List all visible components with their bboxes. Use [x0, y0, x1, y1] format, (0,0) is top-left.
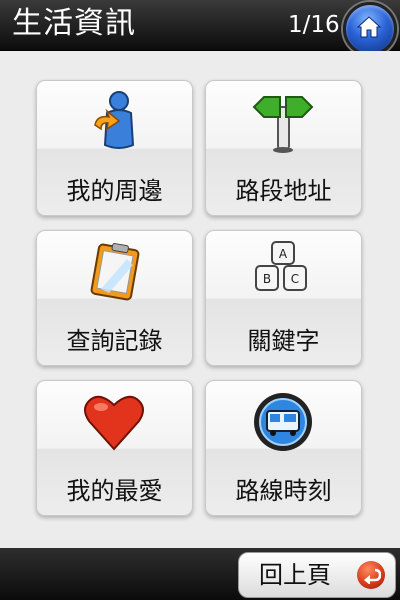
menu-item-road-address[interactable]: 路段地址	[205, 80, 362, 216]
menu-item-label: 我的最愛	[66, 477, 163, 505]
page-indicator: 1/16	[288, 12, 340, 38]
back-button[interactable]: 回上頁	[238, 552, 396, 598]
home-button[interactable]	[343, 2, 397, 56]
person-nearby-icon	[94, 91, 135, 149]
menu-item-favorites[interactable]: 我的最愛	[36, 380, 193, 516]
keyboard-keys-icon: A B C	[255, 241, 307, 291]
menu-item-label: 關鍵字	[247, 327, 320, 355]
menu-item-label: 路段地址	[235, 177, 332, 205]
signpost-icon	[252, 96, 314, 153]
menu-item-nearby[interactable]: 我的周邊	[36, 80, 193, 216]
back-label: 回上頁	[259, 561, 331, 589]
menu-item-keyword[interactable]: A B C 關鍵字	[205, 230, 362, 366]
menu-grid: 我的周邊 路段地址 查詢記錄 A B C 關鍵字 我的最愛 路線時刻	[0, 51, 400, 548]
bus-icon	[254, 393, 312, 451]
header-bar: 生活資訊 1/16	[0, 0, 400, 56]
page-title: 生活資訊	[12, 6, 136, 41]
home-icon	[356, 16, 382, 38]
clipboard-icon	[90, 243, 140, 301]
back-arrow-icon	[357, 561, 385, 589]
menu-item-search-history[interactable]: 查詢記錄	[36, 230, 193, 366]
menu-item-label: 查詢記錄	[66, 327, 163, 355]
key-c: C	[291, 272, 299, 286]
key-a: A	[279, 247, 288, 261]
menu-item-label: 路線時刻	[235, 477, 332, 505]
menu-item-label: 我的周邊	[66, 177, 163, 205]
heart-icon	[84, 395, 144, 451]
menu-item-route-schedule[interactable]: 路線時刻	[205, 380, 362, 516]
key-b: B	[263, 272, 271, 286]
